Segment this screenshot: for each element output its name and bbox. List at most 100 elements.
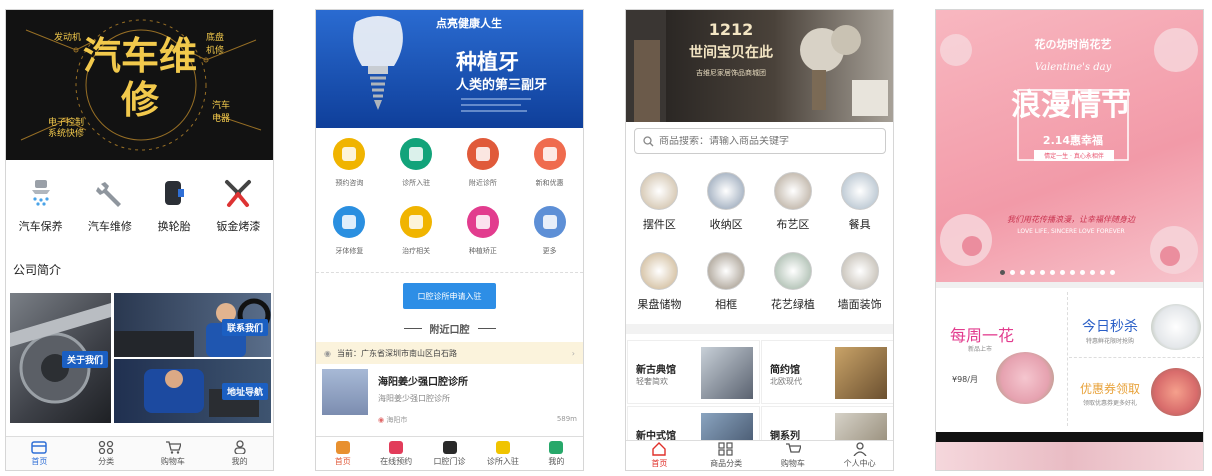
banner-line3: 吉维尼家居饰品商城团	[696, 69, 766, 77]
category-item[interactable]: 餐具	[830, 172, 890, 232]
category-photo	[707, 172, 746, 210]
category-item[interactable]: 摆件区	[629, 172, 689, 232]
carousel-dot[interactable]	[1060, 270, 1065, 275]
category-paint[interactable]: 钣金烤漆	[216, 176, 260, 234]
tab-label: 分类	[98, 457, 115, 466]
tab-bar: 首页 商品分类 购物车 个人中心	[626, 440, 893, 470]
category-item[interactable]: 果盘储物	[629, 252, 689, 312]
tag-chassis: 底盘机修	[206, 33, 225, 56]
weekly-flower-card[interactable]: 每周一花 新品上市 ¥98/月	[936, 292, 1068, 426]
tab-category[interactable]: 商品分类	[693, 441, 760, 470]
category-photo	[773, 252, 812, 290]
category-photo	[707, 252, 746, 290]
carousel-dot[interactable]	[1110, 270, 1115, 275]
tab-mine[interactable]: 我的	[206, 437, 273, 470]
service-label: 预约咨询	[335, 179, 364, 187]
carousel-dots[interactable]	[1000, 270, 1115, 275]
divider	[936, 282, 1203, 288]
user-icon	[852, 442, 868, 456]
grid-icon	[98, 440, 114, 454]
banner-valentine[interactable]: 花の坊时尚花艺 Valentine's day 浪漫情节 2.14惠幸福 情定一…	[936, 10, 1203, 282]
clinic-desc: 海阳姜少强口腔诊所	[378, 394, 450, 403]
contact-us-photo[interactable]: 联系我们	[114, 293, 271, 357]
search-icon	[643, 132, 654, 151]
service-item[interactable]: 治疗相关	[386, 206, 446, 256]
banner-1212[interactable]: 1212 世间宝贝在此 吉维尼家居饰品商城团	[626, 10, 893, 122]
service-item[interactable]: 附近诊所	[453, 138, 513, 188]
tab-booking[interactable]: 在线预约	[369, 437, 422, 470]
category-item[interactable]: 花艺绿植	[763, 252, 823, 312]
hall-subtitle: 轻奢简欢	[636, 377, 668, 386]
tab-join[interactable]: 诊所入驻	[476, 437, 529, 470]
phone-car-repair: 汽车维修 发动机 底盘机修 汽车电器 电子控制系统快修 汽车保养 汽车维修 换轮…	[5, 9, 274, 471]
tab-home[interactable]: 首页	[626, 441, 693, 470]
service-label: 诊所入驻	[402, 179, 431, 187]
category-item[interactable]: 布艺区	[763, 172, 823, 232]
carousel-dot[interactable]	[1100, 270, 1105, 275]
service-label: 种植矫正	[468, 247, 497, 255]
category-car-repair[interactable]: 汽车维修	[88, 176, 132, 234]
tab-category[interactable]: 分类	[73, 437, 140, 470]
carousel-dot[interactable]	[1050, 270, 1055, 275]
flower-photo	[1151, 368, 1201, 416]
category-label: 布艺区	[776, 218, 810, 231]
coupon-card[interactable]: 优惠券领取 领取优惠券更多好礼	[1069, 358, 1203, 426]
hall-title: 新古典馆	[636, 365, 676, 376]
category-label: 餐具	[848, 218, 871, 231]
banner-implant[interactable]: 点亮健康人生 种植牙 人类的第三副牙	[316, 10, 583, 128]
carousel-dot[interactable]	[1020, 270, 1025, 275]
banner-script: Valentine's day	[1034, 62, 1112, 73]
wrench-icon	[93, 176, 127, 210]
tab-bar: 首页 分类 购物车 我的	[6, 436, 273, 470]
tooth-icon	[442, 440, 458, 454]
category-car-maintenance[interactable]: 汽车保养	[19, 176, 63, 234]
tab-home[interactable]: 首页	[316, 437, 369, 470]
flash-sale-card[interactable]: 今日秒杀 特惠鲜花限时抢购	[1069, 292, 1203, 358]
tab-clinic[interactable]: 口腔门诊	[423, 437, 476, 470]
carousel-dot[interactable]	[1070, 270, 1075, 275]
map-nav-photo[interactable]: 地址导航	[114, 359, 271, 423]
carousel-dot[interactable]	[1030, 270, 1035, 275]
banner-sub: 2.14惠幸福	[1042, 134, 1104, 147]
tab-label: 诊所入驻	[486, 457, 519, 466]
about-us-tag: 关于我们	[62, 351, 109, 368]
carousel-dot[interactable]	[1080, 270, 1085, 275]
service-label: 附近诊所	[468, 179, 497, 187]
tab-label: 商品分类	[710, 459, 743, 468]
category-item[interactable]: 收纳区	[696, 172, 756, 232]
tab-label: 首页	[31, 457, 48, 466]
tab-cart[interactable]: 购物车	[760, 441, 827, 470]
tab-home[interactable]: 首页	[6, 437, 73, 470]
search-input[interactable]	[659, 135, 879, 147]
divider	[403, 327, 422, 329]
about-us-photo[interactable]: 关于我们	[10, 293, 111, 423]
phone-home-decor: 1212 世间宝贝在此 吉维尼家居饰品商城团 摆件区 收纳区 布艺区 餐具 果盘储物 相…	[625, 9, 894, 471]
apply-clinic-button[interactable]: 口腔诊所申请入驻	[403, 283, 496, 309]
carousel-dot[interactable]	[1000, 270, 1005, 275]
calendar-icon	[388, 440, 404, 454]
clinic-card[interactable]: 海阳姜少强口腔诊所 海阳姜少强口腔诊所 ◉ 海阳市 589m	[316, 365, 583, 431]
hall-minimal[interactable]: 简约馆 北欧现代	[761, 340, 893, 404]
banner-car-repair[interactable]: 汽车维修 发动机 底盘机修 汽车电器 电子控制系统快修	[6, 10, 273, 160]
carousel-dot[interactable]	[1040, 270, 1045, 275]
category-item[interactable]: 墙面装饰	[830, 252, 890, 312]
location-pin-icon: ◉	[324, 348, 331, 358]
category-item[interactable]: 相框	[696, 252, 756, 312]
tab-mine[interactable]: 我的	[530, 437, 583, 470]
service-item[interactable]: 种植矫正	[453, 206, 513, 256]
tab-cart[interactable]: 购物车	[140, 437, 207, 470]
category-tire-change[interactable]: 换轮胎	[157, 176, 191, 234]
service-item[interactable]: 更多	[520, 206, 580, 256]
service-item[interactable]: 预约咨询	[319, 138, 379, 188]
banner-line1: 1212	[708, 20, 754, 39]
hall-neoclassic[interactable]: 新古典馆 轻奢简欢	[627, 340, 760, 404]
service-item[interactable]: 新和优惠	[520, 138, 580, 188]
carousel-dot[interactable]	[1090, 270, 1095, 275]
tab-profile[interactable]: 个人中心	[826, 441, 893, 470]
search-bar[interactable]	[634, 128, 886, 154]
service-item[interactable]: 诊所入驻	[386, 138, 446, 188]
tab-label: 首页	[334, 457, 351, 466]
location-bar[interactable]: ◉ 当前：广东省深圳市南山区白石路 ›	[316, 342, 583, 364]
service-item[interactable]: 牙体修复	[319, 206, 379, 256]
carousel-dot[interactable]	[1010, 270, 1015, 275]
